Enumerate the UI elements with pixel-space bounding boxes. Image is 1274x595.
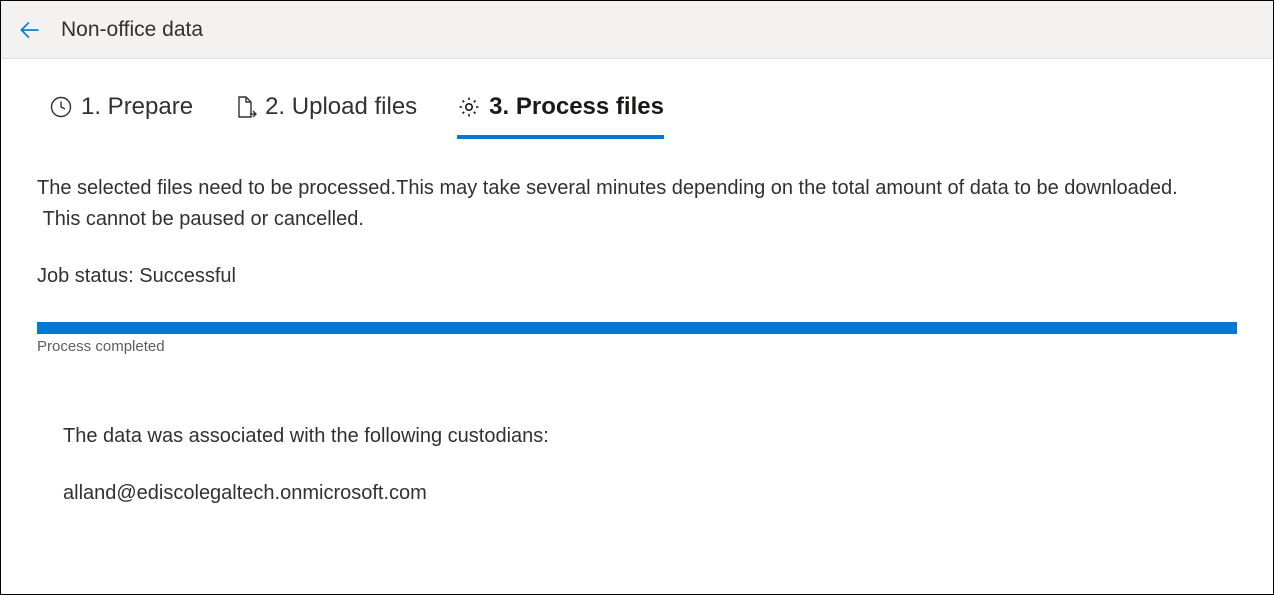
page-header: Non-office data [1,1,1273,59]
progress-label: Process completed [37,338,1237,355]
custodian-section: The data was associated with the followi… [37,425,1237,505]
tab-process-files[interactable]: 3. Process files [457,93,664,139]
tab-label: 1. Prepare [81,93,193,121]
tab-label: 3. Process files [489,93,664,121]
wizard-tabs: 1. Prepare 2. Upload files 3. Process [49,93,1237,139]
progress-container: Process completed [37,322,1237,355]
page-title: Non-office data [61,18,203,42]
gear-icon [457,95,481,119]
job-status-value: Successful [139,265,236,287]
tab-upload-files[interactable]: 2. Upload files [233,93,417,139]
main-content: 1. Prepare 2. Upload files 3. Process [1,59,1273,505]
progress-bar [37,322,1237,334]
tab-label: 2. Upload files [265,93,417,121]
custodians-heading: The data was associated with the followi… [63,425,1237,448]
description-line-1: The selected files need to be processed.… [37,177,1178,199]
tab-prepare[interactable]: 1. Prepare [49,93,193,139]
job-status: Job status: Successful [37,265,1237,288]
file-upload-icon [233,95,257,119]
process-description: The selected files need to be processed.… [37,173,1237,235]
custodian-email: alland@ediscolegaltech.onmicrosoft.com [63,482,1237,505]
back-arrow-icon[interactable] [17,17,43,43]
job-status-prefix: Job status: [37,265,139,287]
description-line-2: This cannot be paused or cancelled. [43,208,364,230]
clock-icon [49,95,73,119]
